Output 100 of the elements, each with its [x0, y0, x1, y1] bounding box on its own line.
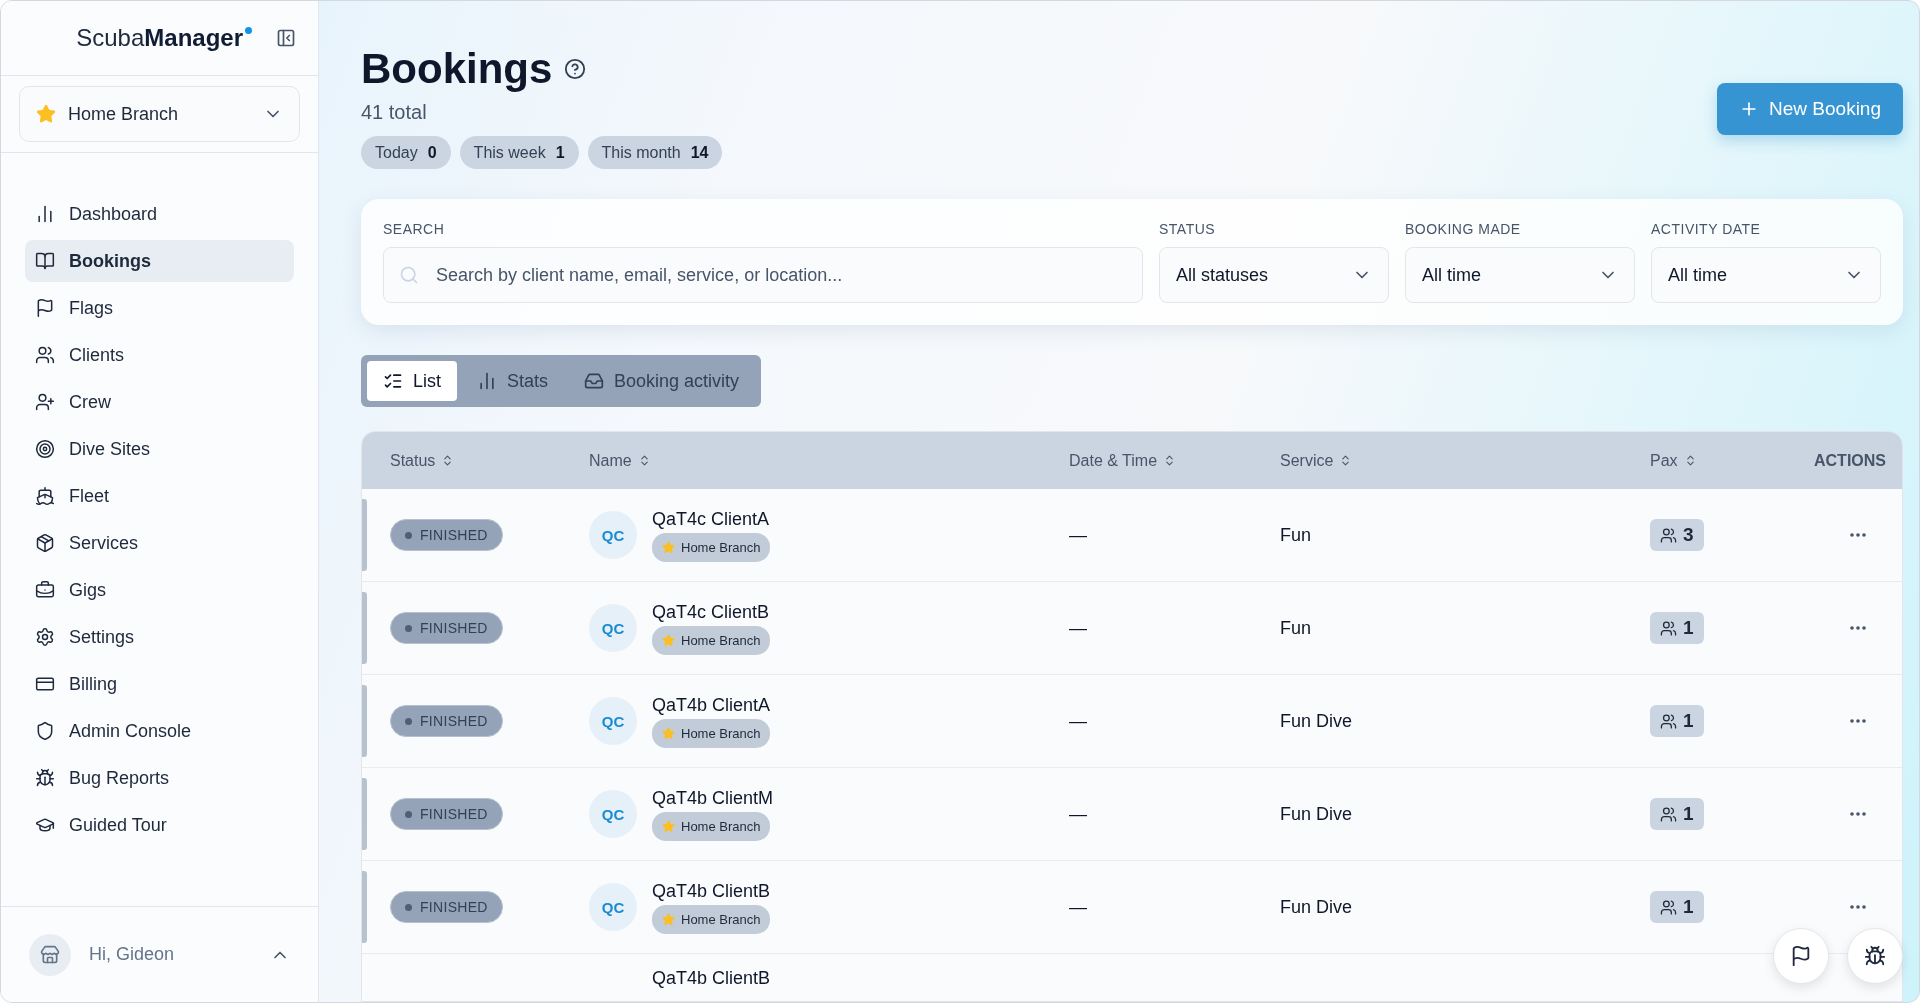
inbox-icon: [584, 371, 605, 391]
graduation-cap-icon: [35, 815, 55, 835]
branch-select[interactable]: Home Branch: [19, 86, 300, 142]
store-avatar-icon: [29, 933, 71, 976]
client-name[interactable]: QaT4b ClientM: [652, 787, 774, 809]
column-header[interactable]: Service: [1280, 451, 1650, 470]
service-cell-text: Fun: [1280, 524, 1313, 546]
star-icon: [662, 726, 675, 740]
view-tab[interactable]: Stats: [461, 361, 565, 401]
nav-item[interactable]: Dive Sites: [25, 428, 294, 470]
checklist-icon: [383, 371, 403, 391]
nav-item[interactable]: Services: [25, 522, 294, 564]
field-label: STATUS: [1159, 221, 1217, 237]
count-chip[interactable]: This month 14: [587, 136, 723, 169]
box-icon: [35, 533, 55, 553]
nav-item[interactable]: Billing: [25, 663, 294, 705]
pax-badge: 3: [1650, 519, 1704, 551]
user-greeting[interactable]: Hi, Gideon: [89, 944, 252, 965]
view-tab[interactable]: List: [367, 361, 457, 401]
ellipsis-icon: [1850, 719, 1866, 723]
client-name[interactable]: QaT4c ClientA: [652, 508, 770, 530]
service-cell-text: Fun: [1280, 617, 1313, 639]
branch-tag: Home Branch: [652, 811, 771, 841]
branch-tag: Home Branch: [652, 904, 771, 934]
dot-icon: [245, 27, 252, 34]
row-accent: [362, 592, 367, 664]
flag-icon: [1790, 945, 1812, 967]
column-header[interactable]: Name: [589, 451, 1069, 470]
status-badge: FINISHED: [390, 798, 503, 830]
count-chip[interactable]: This week 1: [459, 136, 579, 169]
user-plus-icon: [35, 392, 55, 412]
nav-item[interactable]: Guided Tour: [25, 804, 294, 846]
users-icon: [1660, 712, 1677, 730]
branch-tag: Home Branch: [652, 625, 771, 655]
users-icon: [1660, 619, 1677, 637]
nav-item[interactable]: Dashboard: [25, 193, 294, 235]
client-name[interactable]: QaT4c ClientB: [652, 601, 770, 623]
settings-icon: [35, 627, 55, 647]
status-badge: FINISHED: [390, 705, 503, 737]
nav-item[interactable]: Crew: [25, 381, 294, 423]
field-label: ACTIVITY DATE: [1651, 221, 1762, 237]
count-chip[interactable]: Today 0: [361, 136, 451, 169]
filter-select[interactable]: All statuses: [1159, 247, 1389, 303]
ellipsis-icon: [1850, 626, 1866, 630]
filter-select[interactable]: All time: [1405, 247, 1635, 303]
help-icon[interactable]: [564, 58, 587, 80]
date-cell-text: —: [1069, 896, 1088, 918]
star-icon: [36, 104, 56, 124]
book-icon: [35, 251, 55, 271]
star-icon: [662, 819, 675, 833]
shield-icon: [35, 721, 55, 741]
service-cell-text: Fun Dive: [1280, 710, 1354, 732]
filter-select[interactable]: All time: [1651, 247, 1881, 303]
client-avatar: QC: [589, 604, 637, 652]
nav-item[interactable]: Fleet: [25, 475, 294, 517]
row-accent: [362, 499, 367, 571]
column-header[interactable]: Pax: [1650, 451, 1762, 470]
client-name[interactable]: QaT4b ClientB: [652, 968, 771, 989]
service-cell-text: Fun Dive: [1280, 896, 1354, 918]
pax-badge: 1: [1650, 612, 1704, 644]
status-badge: FINISHED: [390, 612, 503, 644]
client-avatar: QC: [589, 790, 637, 838]
nav-item[interactable]: Bug Reports: [25, 757, 294, 799]
total-count: 41 total: [361, 101, 428, 124]
client-avatar: QC: [589, 697, 637, 745]
client-name[interactable]: QaT4b ClientA: [652, 694, 771, 716]
nav-item[interactable]: Settings: [25, 616, 294, 658]
search-field[interactable]: Search by client name, email, service, or location...: [383, 247, 1143, 303]
client-name[interactable]: QaT4b ClientB: [652, 880, 771, 902]
nav-item[interactable]: Bookings: [25, 240, 294, 282]
service-cell-text: Fun Dive: [1280, 803, 1354, 825]
nav-item[interactable]: Gigs: [25, 569, 294, 611]
nav-item[interactable]: Flags: [25, 287, 294, 329]
users-icon: [1660, 898, 1677, 916]
column-header[interactable]: Date & Time: [1069, 451, 1280, 470]
bug-icon: [1864, 945, 1886, 967]
ellipsis-icon: [1850, 812, 1866, 816]
row-accent: [362, 685, 367, 757]
view-tab[interactable]: Booking activity: [568, 361, 756, 401]
row-accent: [362, 871, 367, 943]
target-icon: [35, 439, 55, 459]
bug-icon: [35, 768, 55, 788]
nav-item[interactable]: Admin Console: [25, 710, 294, 752]
date-cell-text: —: [1069, 524, 1088, 546]
nav-item[interactable]: Clients: [25, 334, 294, 376]
page-title: Bookings: [361, 45, 553, 93]
date-cell-text: —: [1069, 803, 1088, 825]
users-icon: [35, 345, 55, 365]
star-icon: [662, 633, 675, 647]
pax-badge: 1: [1650, 891, 1704, 923]
column-header[interactable]: Status: [390, 451, 589, 470]
date-cell-text: —: [1069, 710, 1088, 732]
briefcase-icon: [35, 580, 55, 600]
column-header[interactable]: ACTIONS: [1762, 451, 1902, 470]
flag-icon: [35, 298, 55, 318]
collapse-sidebar-icon[interactable]: [276, 28, 296, 48]
field-label: BOOKING MADE: [1405, 221, 1522, 237]
status-badge: FINISHED: [390, 891, 503, 923]
logo: ScubaManager: [76, 24, 243, 52]
users-icon: [1660, 526, 1677, 544]
